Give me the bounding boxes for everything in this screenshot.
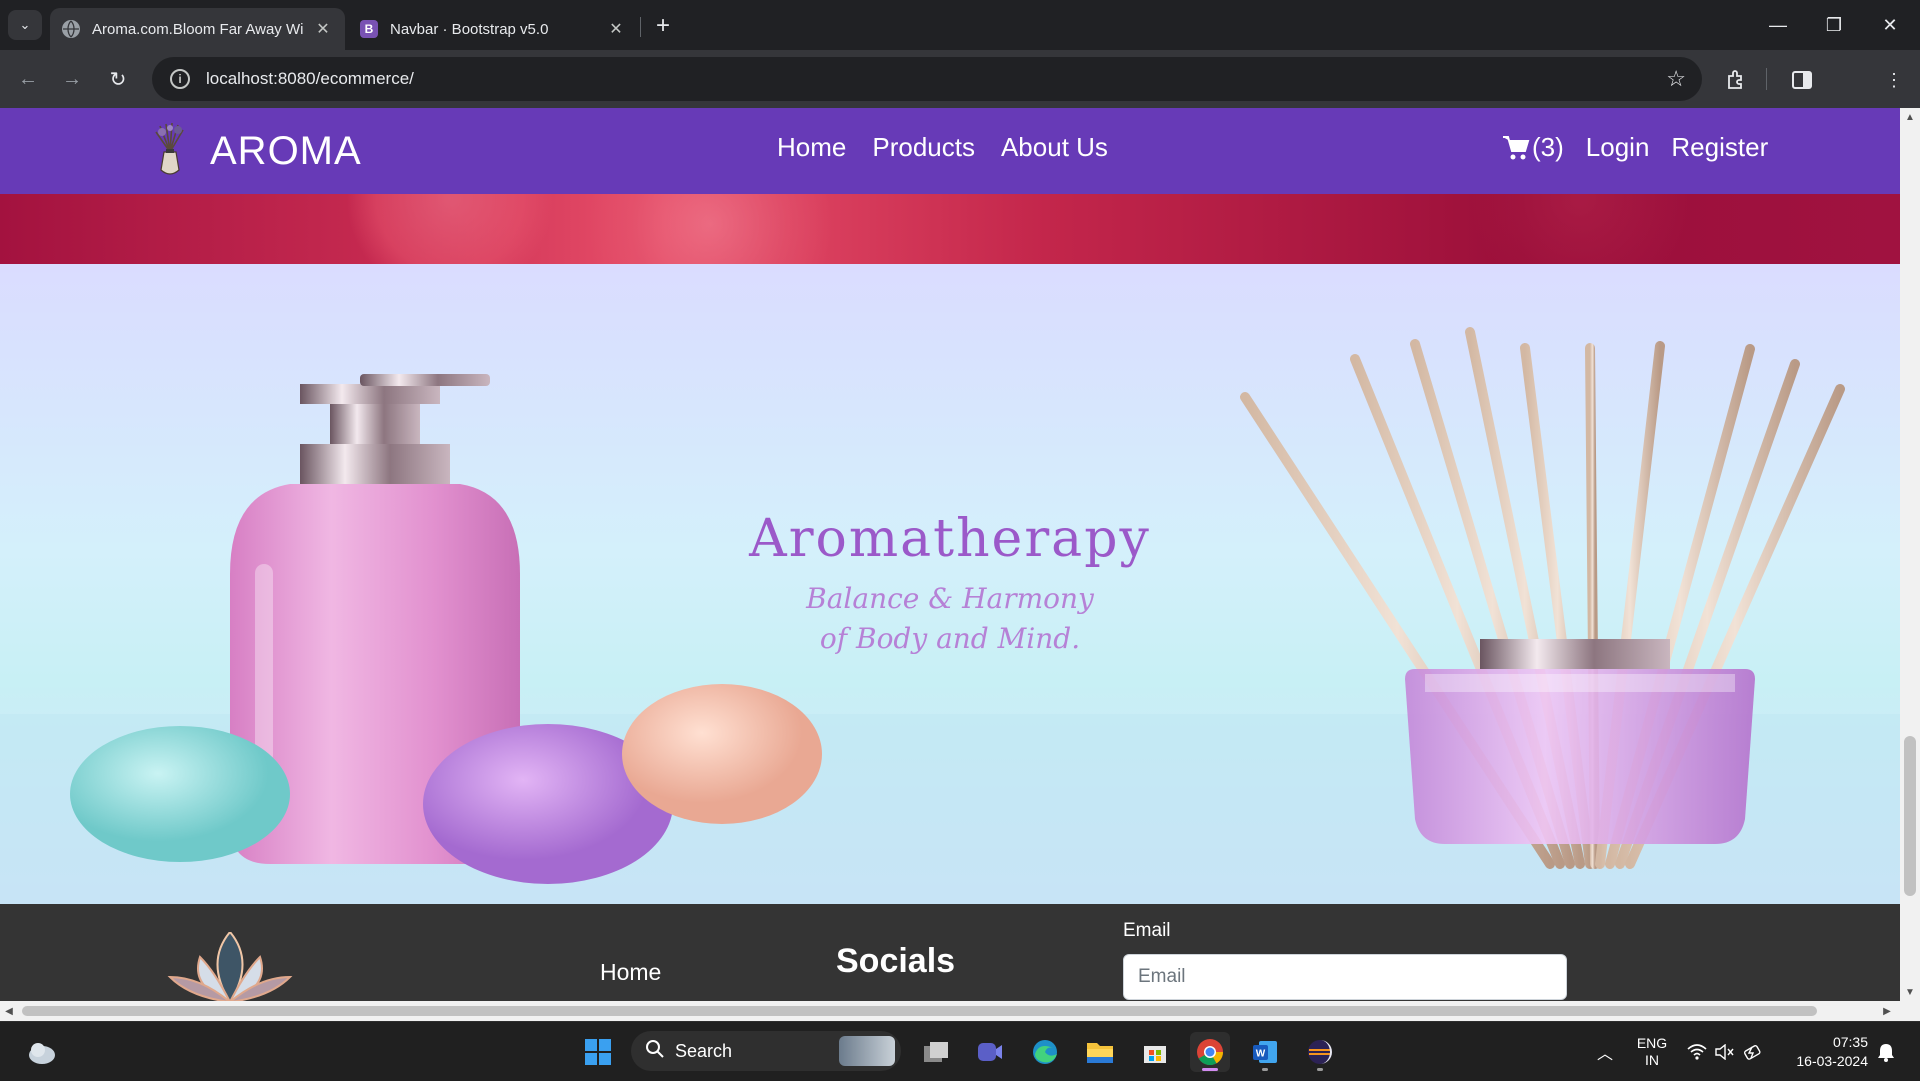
new-tab-button[interactable]: + bbox=[648, 12, 678, 40]
banner-subtitle-line1: Balance & Harmony bbox=[806, 582, 1094, 615]
vertical-scrollbar[interactable]: ▲ ▼ bbox=[1900, 108, 1920, 1001]
cart-count: (3) bbox=[1532, 132, 1564, 162]
bookmark-star-icon[interactable]: ☆ bbox=[1666, 66, 1686, 92]
tab-title: Aroma.com.Bloom Far Away Wi bbox=[92, 20, 304, 38]
site-info-icon[interactable]: i bbox=[170, 69, 190, 89]
side-panel-icon[interactable] bbox=[1788, 66, 1816, 94]
lotus-logo-icon bbox=[167, 932, 293, 1001]
back-button[interactable]: ← bbox=[12, 63, 44, 95]
active-app-indicator bbox=[1202, 1068, 1218, 1071]
address-bar[interactable]: i localhost:8080/ecommerce/ ☆ bbox=[152, 57, 1702, 101]
bootstrap-icon: B bbox=[360, 20, 378, 38]
url-text[interactable]: localhost:8080/ecommerce/ bbox=[206, 69, 1666, 89]
tab-separator bbox=[640, 17, 641, 37]
scroll-right-arrow-icon[interactable]: ▶ bbox=[1878, 1001, 1896, 1021]
minimize-icon: — bbox=[1769, 14, 1787, 35]
aromatherapy-banner: Aromatherapy Balance & Harmony of Body a… bbox=[0, 264, 1900, 904]
tab-aroma[interactable]: Aroma.com.Bloom Far Away Wi ✕ bbox=[50, 8, 345, 50]
restore-button[interactable]: ❐ bbox=[1806, 0, 1862, 50]
chrome-icon[interactable] bbox=[1190, 1032, 1230, 1072]
close-tab-icon[interactable]: ✕ bbox=[606, 19, 626, 39]
browser-tabstrip: ⌄ Aroma.com.Bloom Far Away Wi ✕ B Navbar… bbox=[0, 0, 1920, 50]
site-footer: Home Socials Email bbox=[0, 904, 1900, 1001]
brand-name: AROMA bbox=[210, 128, 362, 173]
search-highlight-icon bbox=[839, 1036, 895, 1066]
taskbar-search[interactable]: Search bbox=[631, 1031, 901, 1071]
search-icon bbox=[645, 1039, 665, 1064]
extensions-icon[interactable] bbox=[1722, 66, 1750, 94]
globe-icon bbox=[62, 20, 80, 38]
scroll-left-arrow-icon[interactable]: ◀ bbox=[0, 1001, 18, 1021]
diffuser-logo-icon bbox=[155, 122, 184, 175]
tab-bootstrap-navbar[interactable]: B Navbar · Bootstrap v5.0 ✕ bbox=[348, 8, 638, 50]
microsoft-store-icon[interactable] bbox=[1135, 1032, 1175, 1072]
language-indicator[interactable]: ENG IN bbox=[1632, 1022, 1672, 1081]
account-nav: (3) Login Register bbox=[1502, 132, 1768, 163]
toolbar-divider bbox=[1766, 68, 1767, 90]
hero-rose-image bbox=[0, 194, 1900, 264]
footer-socials-heading: Socials bbox=[836, 942, 956, 980]
wifi-icon[interactable] bbox=[1684, 1022, 1710, 1081]
search-label: Search bbox=[675, 1040, 733, 1061]
close-tab-icon[interactable]: ✕ bbox=[313, 19, 333, 39]
register-link[interactable]: Register bbox=[1671, 132, 1768, 163]
edge-browser-icon[interactable] bbox=[1025, 1032, 1065, 1072]
chevron-down-icon: ⌄ bbox=[19, 17, 31, 32]
horizontal-scrollbar[interactable]: ◀ ▶ bbox=[0, 1001, 1920, 1021]
vertical-scroll-thumb[interactable] bbox=[1904, 736, 1916, 896]
login-link[interactable]: Login bbox=[1586, 132, 1650, 163]
tab-title: Navbar · Bootstrap v5.0 bbox=[390, 20, 549, 38]
eclipse-ide-icon[interactable] bbox=[1300, 1032, 1340, 1072]
email-input[interactable] bbox=[1123, 954, 1567, 1000]
start-windows-icon[interactable] bbox=[578, 1032, 618, 1072]
reload-button[interactable]: ↻ bbox=[102, 63, 134, 95]
battery-charging-icon[interactable] bbox=[1740, 1022, 1766, 1081]
teams-meet-icon[interactable] bbox=[970, 1032, 1010, 1072]
running-app-indicator bbox=[1262, 1068, 1268, 1071]
language-line2: IN bbox=[1645, 1051, 1659, 1068]
tab-search-dropdown[interactable]: ⌄ bbox=[8, 10, 42, 40]
nav-products[interactable]: Products bbox=[872, 132, 975, 163]
file-explorer-icon[interactable] bbox=[1080, 1032, 1120, 1072]
arrow-right-icon: → bbox=[62, 67, 82, 90]
footer-home-link[interactable]: Home bbox=[600, 959, 661, 986]
weather-icon[interactable] bbox=[22, 1032, 62, 1072]
email-label: Email bbox=[1123, 920, 1171, 941]
task-view-icon[interactable] bbox=[916, 1032, 956, 1072]
restore-icon: ❐ bbox=[1825, 14, 1843, 35]
scroll-up-arrow-icon[interactable]: ▲ bbox=[1900, 108, 1920, 126]
reload-icon: ↻ bbox=[109, 68, 127, 91]
site-navbar: AROMA Home Products About Us (3) Login R… bbox=[0, 108, 1900, 194]
svg-text:W: W bbox=[1256, 1049, 1266, 1060]
nav-about-us[interactable]: About Us bbox=[1001, 132, 1108, 163]
close-window-button[interactable]: ✕ bbox=[1862, 0, 1918, 50]
menu-dots-icon[interactable]: ⋮ bbox=[1880, 66, 1908, 94]
nav-home[interactable]: Home bbox=[777, 132, 846, 163]
banner-subtitle-line2: of Body and Mind. bbox=[819, 622, 1081, 655]
page-viewport: AROMA Home Products About Us (3) Login R… bbox=[0, 108, 1900, 1001]
horizontal-scroll-thumb[interactable] bbox=[22, 1006, 1817, 1016]
running-app-indicator bbox=[1317, 1068, 1323, 1071]
forward-button[interactable]: → bbox=[56, 63, 88, 95]
cart-icon bbox=[1503, 135, 1530, 159]
banner-title: Aromatherapy bbox=[749, 509, 1151, 569]
notification-bell-icon[interactable] bbox=[1872, 1022, 1900, 1081]
browser-toolbar: ← → ↻ i localhost:8080/ecommerce/ ☆ ⋮ bbox=[0, 50, 1920, 108]
scroll-down-arrow-icon[interactable]: ▼ bbox=[1900, 983, 1920, 1001]
speaker-muted-icon[interactable] bbox=[1712, 1022, 1738, 1081]
windows-taskbar: Search W ︿ ENG IN 07:35 16-03-2024 bbox=[0, 1021, 1920, 1080]
brand[interactable]: AROMA bbox=[150, 122, 362, 180]
word-icon[interactable]: W bbox=[1245, 1032, 1285, 1072]
arrow-left-icon: ← bbox=[18, 67, 38, 90]
clock-time: 07:35 bbox=[1832, 1033, 1868, 1050]
main-nav: Home Products About Us bbox=[777, 132, 1108, 163]
chevron-up-icon[interactable]: ︿ bbox=[1590, 1022, 1620, 1081]
clock-date: 16-03-2024 bbox=[1796, 1052, 1868, 1069]
close-icon: ✕ bbox=[1882, 14, 1898, 35]
language-line1: ENG bbox=[1636, 1034, 1668, 1051]
clock[interactable]: 07:35 16-03-2024 bbox=[1778, 1022, 1868, 1081]
minimize-button[interactable]: — bbox=[1750, 0, 1806, 50]
cart-link[interactable]: (3) bbox=[1502, 132, 1564, 163]
